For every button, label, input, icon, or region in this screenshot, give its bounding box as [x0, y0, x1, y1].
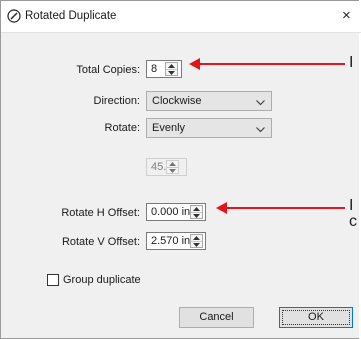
dialog-title: Rotated Duplicate [25, 10, 117, 22]
title-bar: Rotated Duplicate × [1, 1, 361, 33]
direction-dropdown[interactable]: Clockwise [146, 91, 272, 111]
chevron-down-icon [256, 97, 265, 109]
annotation-arrow-line [199, 63, 345, 65]
group-duplicate-label[interactable]: Group duplicate [63, 274, 141, 286]
cutoff-text: c [349, 213, 357, 230]
direction-value: Clockwise [152, 95, 202, 107]
rotate-v-offset-spinner[interactable] [190, 234, 203, 248]
direction-label: Direction: [93, 95, 140, 107]
total-copies-label: Total Copies: [76, 64, 140, 76]
focus-rectangle [282, 310, 350, 325]
spinner-down-icon[interactable] [166, 69, 177, 76]
rotate-h-offset-label: Rotate H Offset: [61, 207, 140, 219]
spinner-down-icon[interactable] [191, 241, 202, 248]
close-button[interactable]: × [342, 7, 360, 25]
angle-spinner[interactable] [166, 160, 179, 174]
rotate-dropdown[interactable]: Evenly [146, 118, 272, 138]
annotation-arrow-line [226, 207, 345, 209]
chevron-down-icon [256, 124, 265, 136]
rotated-duplicate-dialog: Rotated Duplicate × Total Copies: 8 Dire… [0, 0, 361, 339]
cutoff-text: I [349, 54, 354, 71]
ok-button[interactable]: OK [279, 307, 353, 328]
total-copies-spinner[interactable] [165, 62, 178, 76]
close-icon: × [342, 7, 351, 24]
group-duplicate-checkbox[interactable] [47, 274, 59, 286]
spinner-down-icon[interactable] [167, 167, 178, 174]
cancel-button[interactable]: Cancel [179, 307, 254, 328]
pen-icon [7, 9, 21, 23]
rotate-v-offset-label: Rotate V Offset: [61, 236, 140, 248]
rotate-value: Evenly [152, 122, 186, 134]
rotate-label: Rotate: [104, 122, 140, 134]
rotate-h-offset-spinner[interactable] [190, 205, 203, 219]
spinner-down-icon[interactable] [191, 212, 202, 219]
